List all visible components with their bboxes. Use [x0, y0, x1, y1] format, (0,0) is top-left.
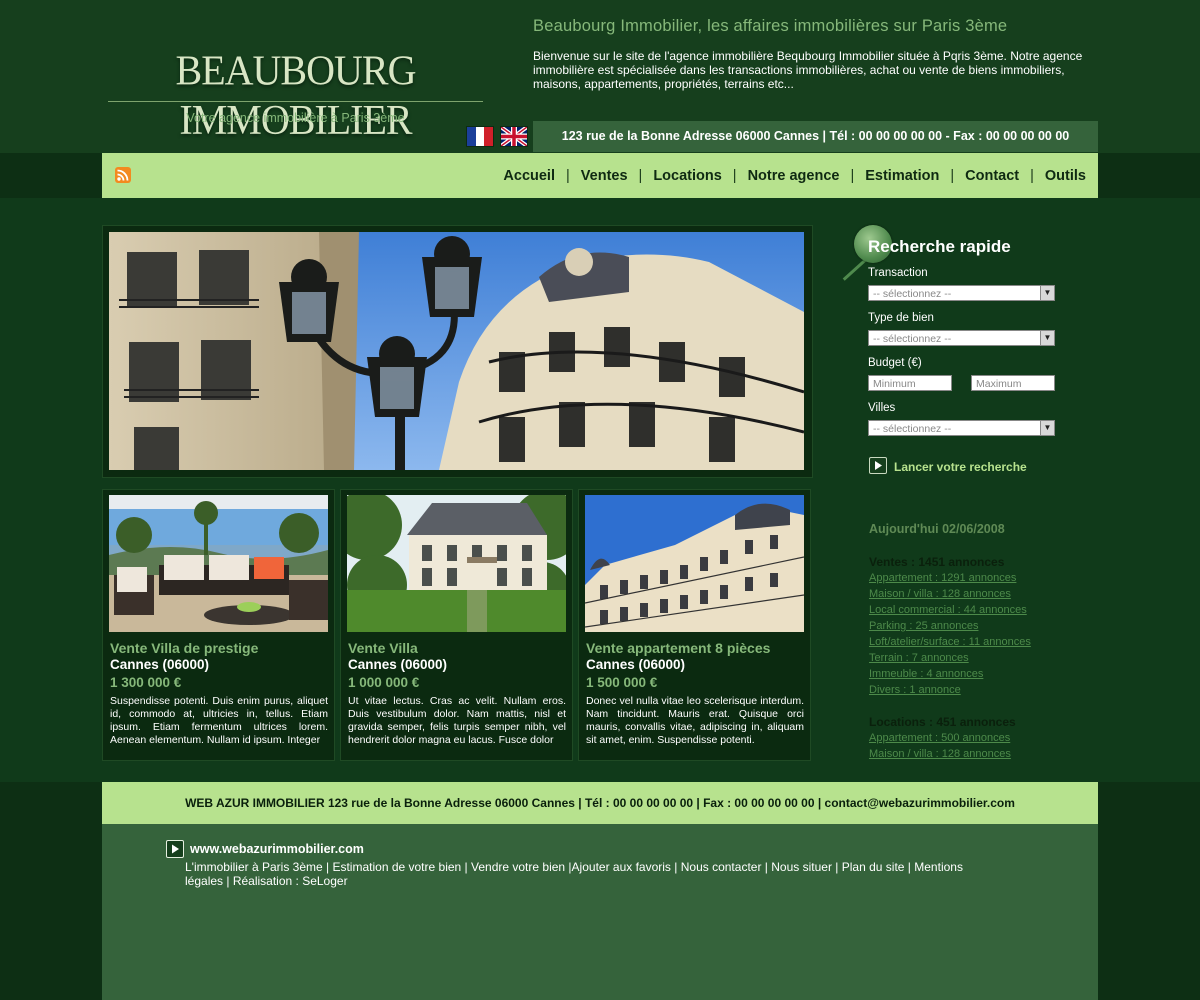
- villes-label: Villes: [868, 402, 896, 414]
- nav-item-locations[interactable]: Locations: [653, 168, 721, 184]
- listing-photo[interactable]: [109, 495, 328, 632]
- site-intro: Bienvenue sur le site de l'agence immobi…: [533, 49, 1083, 91]
- flag-fr-icon[interactable]: [466, 126, 494, 147]
- listing-card[interactable]: Vente Villa de prestige Cannes (06000) 1…: [102, 489, 335, 761]
- search-title: Recherche rapide: [868, 237, 1011, 256]
- chevron-down-icon[interactable]: ▼: [1040, 286, 1054, 300]
- flag-uk-icon[interactable]: [500, 126, 528, 147]
- ventes-link-appartement[interactable]: Appartement : 1291 annonces: [869, 572, 1016, 584]
- header-address-bar: 123 rue de la Bonne Adresse 06000 Cannes…: [533, 121, 1098, 152]
- ventes-link-local[interactable]: Local commercial : 44 annonces: [869, 604, 1027, 616]
- nav-separator: |: [638, 167, 643, 184]
- listing-photo-graphic: [347, 495, 566, 632]
- listing-title[interactable]: Vente Villa de prestige: [110, 640, 258, 656]
- site-title: Beaubourg Immobilier, les affaires immob…: [533, 17, 1008, 35]
- listing-location: Cannes (06000): [586, 657, 686, 672]
- listing-photo[interactable]: [347, 495, 566, 632]
- villes-select[interactable]: -- sélectionnez -- ▼: [868, 420, 1055, 436]
- transaction-select-value: -- sélectionnez --: [873, 288, 952, 300]
- listing-price: 1 500 000 €: [586, 675, 658, 690]
- listing-title[interactable]: Vente appartement 8 pièces: [586, 640, 770, 656]
- transaction-label: Transaction: [868, 267, 928, 279]
- nav-separator: |: [732, 167, 737, 184]
- budget-max-input[interactable]: Maximum: [971, 375, 1055, 391]
- footer-link[interactable]: L'immobilier à Paris 3ème: [185, 860, 323, 874]
- footer-link[interactable]: Plan du site: [842, 860, 905, 874]
- chevron-down-icon[interactable]: ▼: [1040, 421, 1054, 435]
- nav-separator: |: [1030, 167, 1034, 184]
- footer-link[interactable]: Nous situer: [771, 860, 832, 874]
- listing-price: 1 000 000 €: [348, 675, 420, 690]
- main-nav: Accueil | Ventes | Locations | Notre age…: [102, 153, 1098, 198]
- listing-location: Cannes (06000): [110, 657, 210, 672]
- flag-uk-graphic: [501, 127, 527, 146]
- play-arrow-graphic: [875, 461, 882, 470]
- listing-photo[interactable]: [585, 495, 804, 632]
- type-select[interactable]: -- sélectionnez -- ▼: [868, 330, 1055, 346]
- budget-label: Budget (€): [868, 357, 922, 369]
- nav-item-notre-agence[interactable]: Notre agence: [748, 168, 840, 184]
- footer-links: L'immobilier à Paris 3ème | Estimation d…: [185, 860, 963, 888]
- transaction-select[interactable]: -- sélectionnez -- ▼: [868, 285, 1055, 301]
- play-arrow-icon[interactable]: [166, 840, 184, 858]
- nav-separator: |: [566, 167, 570, 184]
- play-arrow-icon[interactable]: [869, 457, 887, 474]
- logo-divider: [108, 101, 483, 102]
- ventes-link-terrain[interactable]: Terrain : 7 annonces: [869, 652, 969, 664]
- nav-separator: |: [850, 167, 855, 184]
- rss-icon[interactable]: [115, 167, 131, 183]
- nav-item-accueil[interactable]: Accueil: [503, 168, 555, 184]
- listing-card[interactable]: Vente appartement 8 pièces Cannes (06000…: [578, 489, 811, 761]
- nav-item-ventes[interactable]: Ventes: [581, 168, 628, 184]
- logo-tagline: Votre agence immobilière à Paris 3ème: [186, 111, 405, 125]
- launch-search-link[interactable]: Lancer votre recherche: [894, 460, 1027, 474]
- footer-site-link[interactable]: www.webazurimmobilier.com: [190, 842, 364, 856]
- logo[interactable]: BEAUBOURG IMMOBILIER: [108, 46, 483, 145]
- nav-item-contact[interactable]: Contact: [965, 168, 1019, 184]
- listing-photo-graphic: [109, 495, 328, 632]
- hero-image: [109, 232, 804, 470]
- footer-link[interactable]: Réalisation : SeLoger: [233, 874, 348, 888]
- nav-separator: |: [950, 167, 955, 184]
- ventes-link-loft[interactable]: Loft/atelier/surface : 11 annonces: [869, 636, 1031, 648]
- nav-item-estimation[interactable]: Estimation: [865, 168, 939, 184]
- listing-title[interactable]: Vente Villa: [348, 640, 418, 656]
- play-arrow-graphic: [172, 844, 179, 854]
- listing-photo-graphic: [585, 495, 804, 632]
- nav-menu: Accueil | Ventes | Locations | Notre age…: [503, 153, 1086, 198]
- footer-link[interactable]: Ajouter aux favoris: [572, 860, 671, 874]
- footer-link[interactable]: Nous contacter: [681, 860, 762, 874]
- type-select-value: -- sélectionnez --: [873, 333, 952, 345]
- today-date: Aujourd'hui 02/06/2008: [869, 522, 1005, 536]
- locations-title: Locations : 451 annonces: [869, 715, 1016, 729]
- listing-description: Donec vel nulla vitae leo scelerisque in…: [586, 695, 804, 746]
- listing-description: Ut vitae lectus. Cras ac velit. Nullam e…: [348, 695, 566, 746]
- footer-contact-bar: WEB AZUR IMMOBILIER 123 rue de la Bonne …: [102, 782, 1098, 824]
- footer-link[interactable]: Estimation de votre bien: [332, 860, 461, 874]
- magnifier-handle: [842, 258, 868, 281]
- listing-location: Cannes (06000): [348, 657, 448, 672]
- nav-item-outils[interactable]: Outils: [1045, 168, 1086, 184]
- listing-price: 1 300 000 €: [110, 675, 182, 690]
- ventes-link-parking[interactable]: Parking : 25 annonces: [869, 620, 978, 632]
- ventes-link-immeuble[interactable]: Immeuble : 4 annonces: [869, 668, 983, 680]
- type-label: Type de bien: [868, 312, 934, 324]
- locations-link-appartement[interactable]: Appartement : 500 annonces: [869, 732, 1010, 744]
- hero-image-graphic: [109, 232, 804, 470]
- villes-select-value: -- sélectionnez --: [873, 423, 952, 435]
- ventes-link-maison[interactable]: Maison / villa : 128 annonces: [869, 588, 1011, 600]
- ventes-title: Ventes : 1451 annonces: [869, 555, 1005, 569]
- chevron-down-icon[interactable]: ▼: [1040, 331, 1054, 345]
- rss-icon-graphic: [117, 169, 129, 181]
- budget-min-input[interactable]: Minimum: [868, 375, 952, 391]
- locations-link-maison[interactable]: Maison / villa : 128 annonces: [869, 748, 1011, 760]
- listing-description: Suspendisse potenti. Duis enim purus, al…: [110, 695, 328, 746]
- ventes-link-divers[interactable]: Divers : 1 annonce: [869, 684, 961, 696]
- listing-card[interactable]: Vente Villa Cannes (06000) 1 000 000 € U…: [340, 489, 573, 761]
- footer-link[interactable]: Vendre votre bien: [471, 860, 565, 874]
